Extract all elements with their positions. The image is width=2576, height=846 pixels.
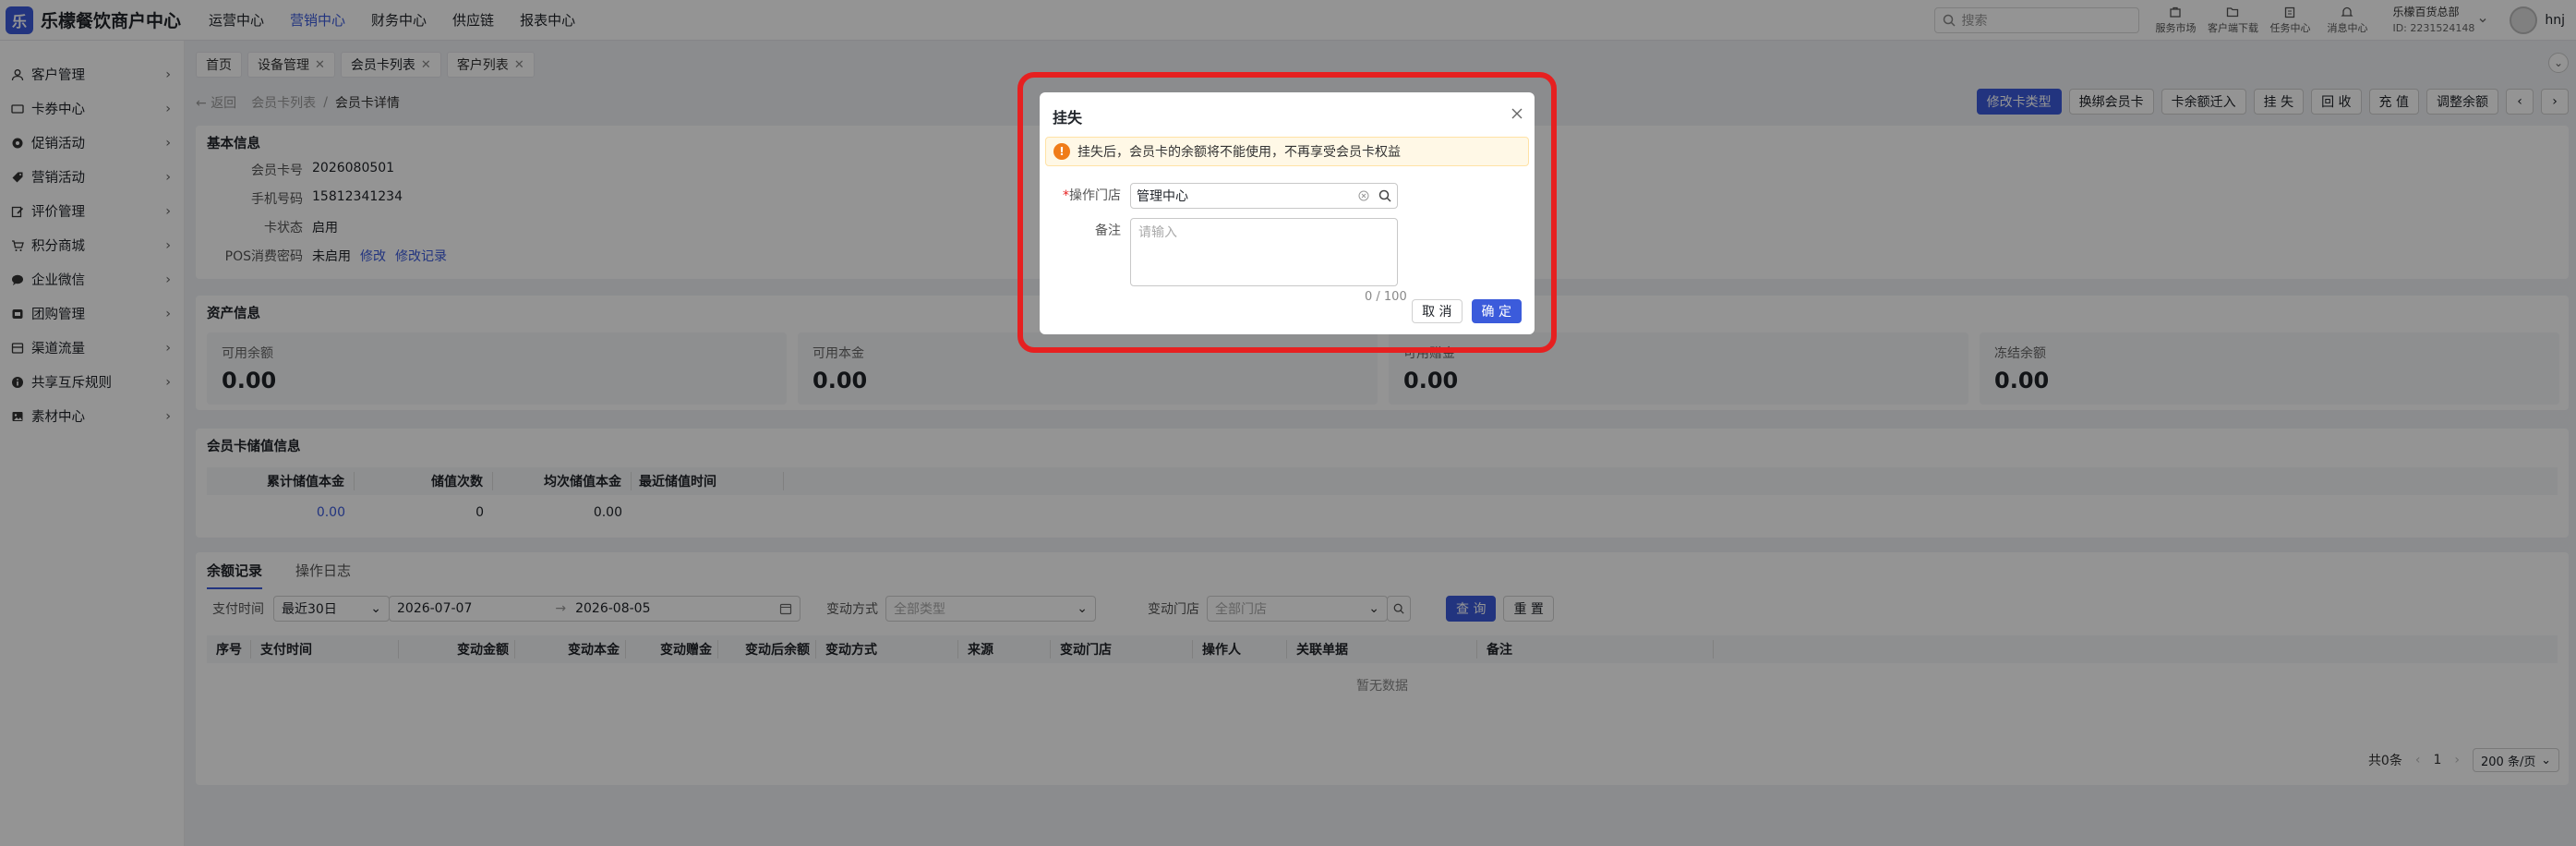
remark-char-count: 0 / 100 xyxy=(1365,290,1407,304)
store-field-value: 管理中心 xyxy=(1137,189,1188,204)
store-field-label-text: 操作门店 xyxy=(1069,188,1121,203)
close-icon[interactable] xyxy=(1511,107,1523,120)
dialog-title: 挂失 xyxy=(1053,109,1083,127)
warning-text: 挂失后，会员卡的余额将不能使用，不再享受会员卡权益 xyxy=(1077,145,1401,160)
remark-placeholder: 请输入 xyxy=(1138,225,1177,240)
dialog-footer: 取 消 确 定 xyxy=(1412,299,1522,323)
remark-textarea[interactable]: 请输入 xyxy=(1130,218,1398,286)
warning-alert: ! 挂失后，会员卡的余额将不能使用，不再享受会员卡权益 xyxy=(1045,137,1529,166)
report-loss-dialog: 挂失 ! 挂失后，会员卡的余额将不能使用，不再享受会员卡权益 *操作门店 管理中… xyxy=(1040,92,1535,334)
store-field-row: *操作门店 管理中心 xyxy=(1040,183,1398,209)
warning-icon: ! xyxy=(1053,143,1070,160)
remark-label: 备注 xyxy=(1095,224,1121,238)
operation-store-input[interactable]: 管理中心 xyxy=(1130,183,1398,209)
store-field-label: *操作门店 xyxy=(1063,188,1121,203)
search-icon[interactable] xyxy=(1378,189,1391,202)
cancel-button[interactable]: 取 消 xyxy=(1412,299,1463,323)
confirm-button[interactable]: 确 定 xyxy=(1471,299,1522,323)
clear-icon[interactable] xyxy=(1358,190,1369,201)
remark-field-row: 备注 请输入 xyxy=(1040,218,1398,286)
